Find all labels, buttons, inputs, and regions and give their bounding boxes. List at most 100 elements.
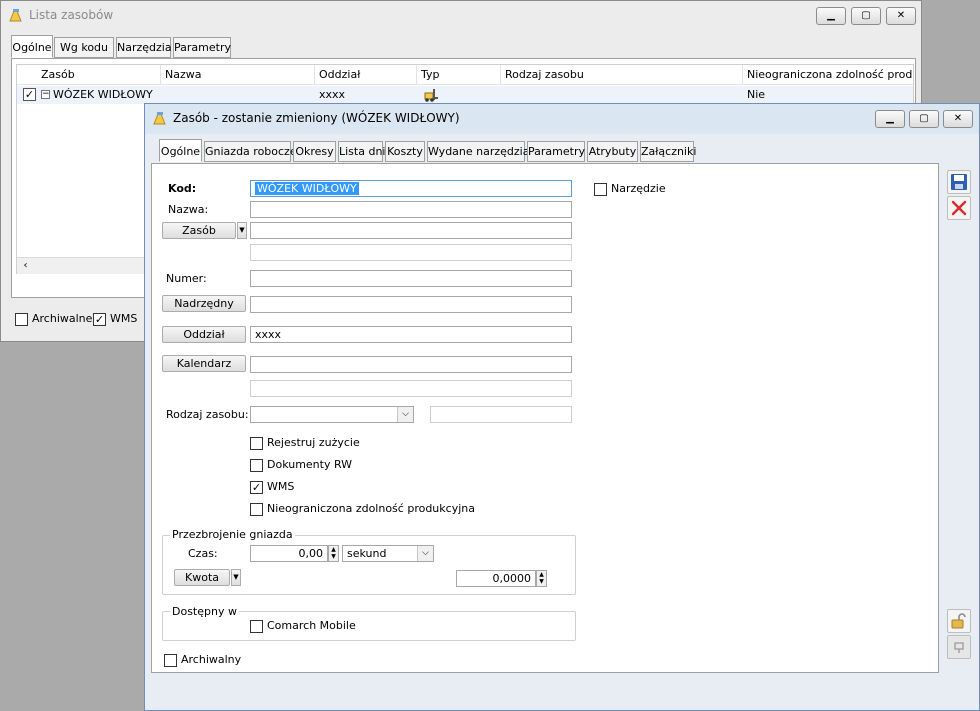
maximize-button[interactable]: ▢ — [909, 110, 939, 128]
back-window-title: Lista zasobów — [29, 8, 114, 22]
minimize-button[interactable]: ▁ — [875, 110, 905, 128]
col-header-nieograniczona[interactable]: Nieograniczona zdolność produkcyj — [743, 65, 913, 85]
col-header-rodzaj-zasobu[interactable]: Rodzaj zasobu — [501, 65, 743, 85]
nazwa-input[interactable] — [250, 201, 572, 218]
col-header-zasob[interactable]: Zasób — [37, 65, 161, 85]
nieograniczona-checkbox[interactable] — [250, 503, 263, 516]
tree-collapse-icon[interactable]: − — [41, 90, 50, 99]
save-icon — [951, 174, 967, 190]
zasob-name-readonly — [250, 244, 572, 261]
kwota-button[interactable]: Kwota — [174, 569, 230, 586]
back-tab-parametry[interactable]: Parametry — [173, 37, 231, 58]
kalendarz-button[interactable]: Kalendarz — [162, 355, 246, 372]
tab-wydane-narzedzia[interactable]: Wydane narzędzia — [427, 141, 529, 162]
pin-button[interactable] — [947, 635, 971, 659]
front-window-title: Zasób - zostanie zmieniony (WÓZEK WIDŁOW… — [173, 111, 460, 125]
tab-ogolne[interactable]: Ogólne — [159, 139, 202, 162]
czas-label: Czas: — [188, 547, 218, 560]
tab-gniazda-robocze[interactable]: Gniazda robocze — [204, 141, 297, 162]
rejestruj-zuzycie-label: Rejestruj zużycie — [267, 436, 360, 449]
kod-label: Kod: — [168, 182, 197, 195]
kod-input[interactable]: WÓZEK WIDŁOWY — [250, 180, 572, 197]
comarch-mobile-label: Comarch Mobile — [267, 619, 356, 632]
pin-icon — [954, 642, 964, 653]
archiwalny-label: Archiwalny — [181, 653, 242, 666]
numer-label: Numer: — [166, 272, 207, 285]
close-icon: ✕ — [953, 113, 963, 124]
close-button[interactable]: ✕ — [943, 110, 973, 128]
lock-icon — [951, 613, 966, 629]
save-button[interactable] — [947, 170, 971, 194]
back-tab-wg-kodu[interactable]: Wg kodu — [54, 37, 114, 58]
tab-koszty[interactable]: Koszty — [385, 141, 425, 162]
narzedzie-checkbox[interactable] — [594, 183, 607, 196]
tab-okresy[interactable]: Okresy — [293, 141, 336, 162]
kalendarz-input[interactable] — [250, 356, 572, 373]
zasob-edit-window: Zasób - zostanie zmieniony (WÓZEK WIDŁOW… — [144, 103, 980, 711]
back-tab-narzedzia[interactable]: Narzędzia — [116, 37, 172, 58]
czas-unit-select[interactable]: sekund ⌵ — [342, 545, 434, 562]
maximize-icon: ▢ — [919, 113, 929, 124]
zasob-input[interactable] — [250, 222, 572, 239]
przezbrojenie-group-label: Przezbrojenie gniazda — [170, 528, 295, 541]
tab-zalaczniki[interactable]: Załączniki — [640, 141, 696, 162]
scroll-left-icon[interactable]: ‹ — [17, 258, 34, 274]
maximize-icon: ▢ — [861, 10, 871, 21]
czas-unit-value: sekund — [347, 547, 387, 560]
kwota-dropdown-arrow[interactable]: ▼ — [231, 569, 241, 586]
kod-value: WÓZEK WIDŁOWY — [255, 182, 359, 195]
wms-label: WMS — [267, 480, 295, 493]
kwota-spinner[interactable]: ▲ ▼ — [536, 570, 547, 587]
rejestruj-zuzycie-checkbox[interactable] — [250, 437, 263, 450]
rodzaj-zasobu-select[interactable]: ⌵ — [250, 406, 414, 423]
nadrzedny-input[interactable] — [250, 296, 572, 313]
rodzaj-zasobu-desc — [430, 406, 572, 423]
wms-checkbox[interactable]: ✓ — [250, 481, 263, 494]
tab-atrybuty[interactable]: Atrybuty — [587, 141, 638, 162]
row-select-checkbox[interactable]: ✓ — [23, 88, 36, 101]
back-tab-ogolne[interactable]: Ogólne — [11, 35, 53, 58]
back-titlebar[interactable]: Lista zasobów ▁ ▢ ✕ — [1, 1, 921, 31]
table-row[interactable]: ✓ − WÓZEK WIDŁOWY xxxx Nie — [17, 86, 913, 104]
grid-header: Zasób Nazwa Oddział Typ Rodzaj zasobu Ni… — [17, 65, 913, 85]
front-titlebar[interactable]: Zasób - zostanie zmieniony (WÓZEK WIDŁOW… — [145, 104, 979, 134]
archiwalne-label: Archiwalne — [32, 312, 93, 325]
maximize-button[interactable]: ▢ — [851, 7, 881, 25]
lock-button[interactable] — [947, 609, 971, 633]
oddzial-button[interactable]: Oddział — [162, 326, 246, 343]
chevron-down-icon[interactable]: ⌵ — [417, 546, 433, 561]
col-header-oddzial[interactable]: Oddział — [315, 65, 417, 85]
narzedzie-label: Narzędzie — [611, 182, 666, 195]
chevron-down-icon: ▼ — [233, 573, 239, 581]
forklift-icon — [424, 89, 438, 102]
tab-lista-dni[interactable]: Lista dni — [338, 141, 385, 162]
ogolne-tab-panel: Kod: WÓZEK WIDŁOWY Nazwa: Zasób ▼ Numer:… — [151, 163, 939, 673]
czas-input[interactable]: 0,00 — [250, 545, 328, 562]
col-header-typ[interactable]: Typ — [417, 65, 501, 85]
chevron-down-icon: ▼ — [239, 226, 245, 234]
chevron-down-icon[interactable]: ⌵ — [397, 407, 413, 422]
kwota-input[interactable]: 0,0000 — [456, 570, 536, 587]
nieograniczona-label: Nieograniczona zdolność produkcyjna — [267, 502, 475, 515]
minimize-icon: ▁ — [886, 113, 894, 124]
archiwalny-checkbox[interactable] — [164, 654, 177, 667]
archiwalne-checkbox[interactable] — [15, 313, 28, 326]
dokumenty-rw-checkbox[interactable] — [250, 459, 263, 472]
close-button[interactable]: ✕ — [886, 7, 916, 25]
numer-input[interactable] — [250, 270, 572, 287]
minimize-button[interactable]: ▁ — [816, 7, 846, 25]
row-zasob: WÓZEK WIDŁOWY — [53, 88, 153, 101]
col-header-nazwa[interactable]: Nazwa — [161, 65, 315, 85]
oddzial-input[interactable]: xxxx — [250, 326, 572, 343]
zasob-button[interactable]: Zasób — [162, 222, 236, 239]
kalendarz-name-readonly — [250, 380, 572, 397]
delete-button[interactable] — [947, 196, 971, 220]
resource-app-icon — [153, 112, 166, 125]
czas-spinner[interactable]: ▲ ▼ — [328, 545, 339, 562]
tab-parametry[interactable]: Parametry — [527, 141, 585, 162]
nadrzedny-button[interactable]: Nadrzędny — [162, 295, 246, 312]
close-icon: ✕ — [896, 10, 906, 21]
wms-filter-checkbox[interactable]: ✓ — [93, 313, 106, 326]
comarch-mobile-checkbox[interactable] — [250, 620, 263, 633]
zasob-dropdown-arrow[interactable]: ▼ — [237, 222, 247, 239]
